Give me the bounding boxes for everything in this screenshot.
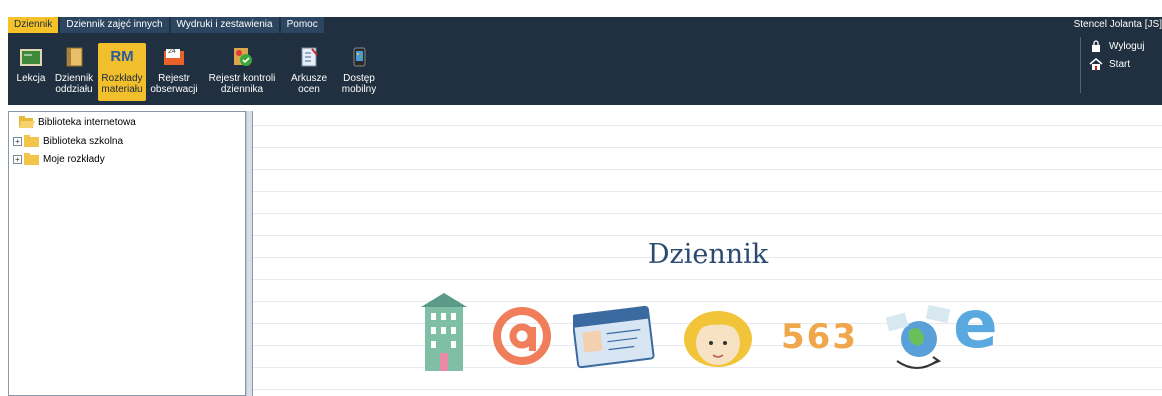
dziennik-oddzialu-label-1: Dziennik [54, 73, 94, 84]
numbers-563-icon: 563 [781, 317, 859, 365]
building-icon [421, 293, 467, 371]
arkusze-label-1: Arkusze [290, 73, 328, 84]
tree-item-moje-rozklady[interactable]: + Moje rozkłady [13, 151, 105, 167]
open-folder-icon [19, 116, 35, 128]
letter-e-text: e [953, 286, 998, 363]
tab-dziennik[interactable]: Dziennik [8, 17, 59, 33]
tree-item-label: Moje rozkłady [43, 153, 105, 165]
start-label: Start [1109, 58, 1131, 70]
ribbon: Dziennik Dziennik zajęć innych Wydruki i… [8, 17, 1162, 111]
girl-face-icon [684, 311, 752, 367]
arkusze-label-2: ocen [298, 84, 320, 95]
dziennik-oddzialu-label-2: oddziału [55, 84, 93, 95]
start-button[interactable]: Start [1089, 55, 1150, 73]
rejestr-obserwacji-label-1: Rejestr [158, 73, 190, 84]
rejestr-kontroli-button[interactable]: Rejestr kontroli dziennika [202, 43, 282, 101]
grade-sheet-icon [298, 47, 320, 67]
folder-24-text: 24 [168, 48, 176, 55]
dostep-mobilny-button[interactable]: Dostęp mobilny [336, 43, 382, 101]
mobile-icon [348, 47, 370, 67]
board-icon [20, 47, 42, 67]
tree-pane: Biblioteka internetowa + Biblioteka szko… [8, 111, 246, 396]
folder-24-icon: 24 [163, 47, 185, 67]
at-sign-icon [493, 307, 551, 365]
letter-e-icon: e [953, 289, 1013, 361]
ruled-line [253, 213, 1162, 214]
logout-label: Wyloguj [1109, 40, 1145, 52]
ruled-line [253, 389, 1162, 390]
ruled-line [253, 235, 1162, 236]
main-pane: Dziennik 563 e [252, 111, 1162, 396]
page-title: Dziennik [647, 239, 769, 270]
numbers-563-text: 563 [781, 317, 858, 357]
book-icon [63, 47, 85, 67]
rozklady-materialu-button[interactable]: RM Rozkłady materiału [98, 43, 146, 101]
dostep-label-1: Dostęp [343, 73, 375, 84]
tab-wydruki-i-zestawienia[interactable]: Wydruki i zestawienia [170, 17, 279, 33]
home-icon [1089, 58, 1103, 70]
tab-pomoc[interactable]: Pomoc [280, 17, 324, 33]
ruled-line [253, 191, 1162, 192]
ruled-line [253, 169, 1162, 170]
menu-tabs: Dziennik Dziennik zajęć innych Wydruki i… [8, 17, 326, 33]
lekcja-label: Lekcja [16, 73, 46, 84]
logout-button[interactable]: Wyloguj [1089, 37, 1150, 55]
tab-dziennik-zajec-innych[interactable]: Dziennik zajęć innych [60, 17, 169, 33]
rm-icon-text: RM [110, 48, 134, 65]
user-name: Stencel Jolanta [JS] [1073, 19, 1162, 30]
side-actions: Wyloguj Start [1080, 37, 1150, 93]
arkusze-ocen-button[interactable]: Arkusze ocen [284, 43, 334, 101]
lock-icon [1089, 40, 1103, 52]
folder-icon [24, 135, 40, 147]
globe-mail-icon [885, 304, 951, 369]
ruled-line [253, 147, 1162, 148]
ruled-line [253, 279, 1162, 280]
id-card-icon [573, 305, 655, 369]
dziennik-oddzialu-button[interactable]: Dziennik oddziału [52, 43, 96, 101]
rozklady-label-2: materiału [101, 84, 143, 95]
rejestr-obserwacji-button[interactable]: 24 Rejestr obserwacji [148, 43, 200, 101]
expand-icon[interactable]: + [13, 154, 22, 164]
tree-item-biblioteka-szkolna[interactable]: + Biblioteka szkolna [13, 133, 123, 149]
lekcja-button[interactable]: Lekcja [12, 43, 50, 101]
ruled-line [253, 125, 1162, 126]
tree-item-label: Biblioteka szkolna [43, 135, 124, 147]
check-badge-icon [231, 47, 253, 67]
rozklady-label-1: Rozkłady [101, 73, 143, 84]
dostep-label-2: mobilny [341, 84, 377, 95]
expand-icon[interactable]: + [13, 136, 22, 146]
rejestr-obserwacji-label-2: obserwacji [150, 84, 198, 95]
tree-item-label: Biblioteka internetowa [38, 116, 136, 128]
rm-icon: RM [107, 47, 137, 67]
folder-icon [24, 153, 40, 165]
rejestr-kontroli-label-1: Rejestr kontroli [208, 73, 276, 84]
rejestr-kontroli-label-2: dziennika [220, 84, 264, 95]
collapse-ribbon-handle[interactable]: ▲ [598, 104, 618, 111]
toolbar: Lekcja Dziennik oddziału RM Rozkłady mater… [12, 43, 384, 101]
tree-item-biblioteka-internetowa[interactable]: Biblioteka internetowa [13, 114, 136, 130]
